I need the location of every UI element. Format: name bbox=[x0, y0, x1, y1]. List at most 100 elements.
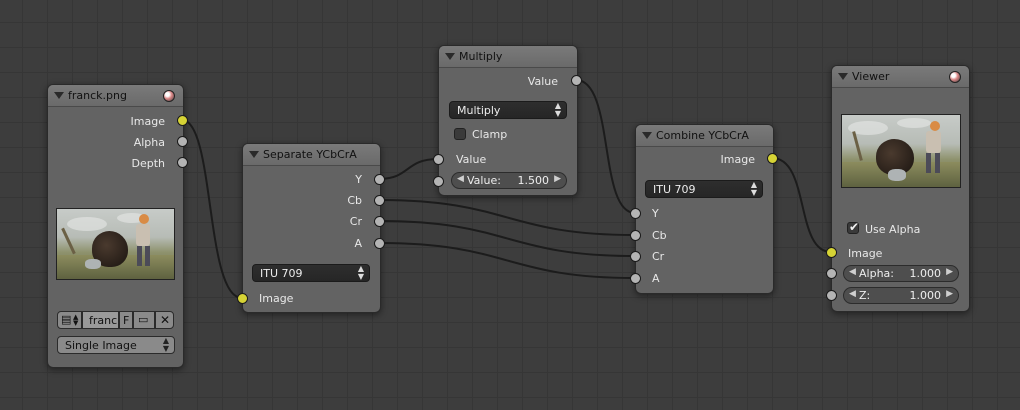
alpha-number-field[interactable]: ◀ Alpha: 1.000 ▶ bbox=[843, 265, 959, 282]
chevron-updown-icon: ▲ ▼ bbox=[357, 264, 364, 281]
input-label-cb: Cb bbox=[652, 229, 667, 242]
link-multiply-to-combine-y[interactable] bbox=[575, 79, 636, 214]
output-label-image: Image bbox=[720, 153, 755, 166]
chevron-updown-icon: ▲ ▼ bbox=[554, 101, 561, 118]
node-title: Multiply bbox=[459, 50, 503, 63]
math-operation-value: Multiply bbox=[457, 104, 501, 117]
output-label-value: Value bbox=[527, 75, 558, 88]
chevron-updown-icon: ▲ ▼ bbox=[73, 313, 79, 327]
fake-user-button[interactable]: F bbox=[119, 311, 133, 329]
separate-node-header[interactable]: Separate YCbCrA bbox=[243, 144, 380, 166]
collapse-arrow-icon[interactable] bbox=[445, 53, 455, 60]
combine-mode-value: ITU 709 bbox=[653, 183, 696, 196]
unlink-image-button[interactable]: ✕ bbox=[155, 311, 174, 329]
separate-mode-value: ITU 709 bbox=[260, 267, 303, 280]
socket-combined-image-output[interactable] bbox=[767, 153, 778, 164]
clamp-label: Clamp bbox=[472, 128, 508, 141]
link-a-to-combine[interactable] bbox=[378, 242, 636, 279]
node-title: franck.png bbox=[68, 89, 127, 102]
socket-cb-input[interactable] bbox=[630, 230, 641, 241]
input-label-value: Value bbox=[456, 153, 487, 166]
increment-arrow-icon[interactable]: ▶ bbox=[554, 174, 561, 184]
output-label-alpha: Alpha bbox=[133, 136, 165, 149]
link-combine-to-viewer[interactable] bbox=[771, 157, 832, 253]
socket-a-output[interactable] bbox=[374, 238, 385, 249]
image-node-header[interactable]: franck.png bbox=[48, 85, 183, 107]
link-image-to-separate[interactable] bbox=[181, 119, 243, 299]
separate-mode-dropdown[interactable]: ITU 709 ▲ ▼ bbox=[252, 264, 370, 282]
socket-value-field-input[interactable] bbox=[433, 176, 444, 187]
increment-arrow-icon[interactable]: ▶ bbox=[946, 289, 953, 299]
socket-y-input[interactable] bbox=[630, 208, 641, 219]
multiply-node-header[interactable]: Multiply bbox=[439, 46, 577, 68]
use-alpha-label: Use Alpha bbox=[865, 223, 921, 236]
link-cb-to-combine[interactable] bbox=[378, 199, 636, 236]
sphere-preview-icon[interactable] bbox=[163, 90, 175, 102]
clamp-checkbox[interactable] bbox=[454, 128, 466, 140]
image-browse-button[interactable]: ▤ ▲ ▼ bbox=[57, 311, 82, 329]
socket-a-input[interactable] bbox=[630, 273, 641, 284]
z-field-label: Z: bbox=[859, 289, 871, 302]
folder-icon: ▭ bbox=[138, 313, 149, 326]
socket-viewer-alpha-input[interactable] bbox=[826, 268, 837, 279]
input-label-image: Image bbox=[259, 292, 294, 305]
output-label-cr: Cr bbox=[349, 215, 362, 228]
output-label-y: Y bbox=[355, 173, 362, 186]
socket-cr-output[interactable] bbox=[374, 216, 385, 227]
link-cr-to-combine[interactable] bbox=[378, 220, 636, 257]
output-label-image: Image bbox=[130, 115, 165, 128]
decrement-arrow-icon[interactable]: ◀ bbox=[849, 267, 856, 277]
input-label-a: A bbox=[652, 272, 660, 285]
output-label-depth: Depth bbox=[131, 157, 165, 170]
socket-viewer-z-input[interactable] bbox=[826, 290, 837, 301]
use-alpha-checkbox[interactable]: ✔ bbox=[847, 220, 859, 234]
value-field-value: 1.500 bbox=[517, 174, 550, 187]
viewer-node[interactable]: Viewer ✔ Use Alpha Image ◀ Alpha: 1.000 … bbox=[831, 65, 970, 312]
image-source-dropdown[interactable]: Single Image ▲ ▼ bbox=[57, 336, 175, 354]
collapse-arrow-icon[interactable] bbox=[249, 151, 259, 158]
z-number-field[interactable]: ◀ Z: 1.000 ▶ bbox=[843, 287, 959, 304]
socket-cr-input[interactable] bbox=[630, 251, 641, 262]
viewer-node-header[interactable]: Viewer bbox=[832, 66, 969, 88]
socket-image-input[interactable] bbox=[237, 293, 248, 304]
collapse-arrow-icon[interactable] bbox=[642, 132, 652, 139]
separate-ycbcra-node[interactable]: Separate YCbCrA Y Cb Cr A ITU 709 ▲ ▼ Ima… bbox=[242, 143, 381, 313]
combine-mode-dropdown[interactable]: ITU 709 ▲ ▼ bbox=[645, 180, 763, 198]
fake-user-label: F bbox=[123, 314, 130, 327]
socket-image-output[interactable] bbox=[177, 115, 188, 126]
viewer-preview bbox=[841, 114, 961, 188]
alpha-field-label: Alpha: bbox=[859, 267, 894, 280]
input-label-image: Image bbox=[848, 247, 883, 260]
combine-ycbcra-node[interactable]: Combine YCbCrA Image ITU 709 ▲ ▼ Y Cb Cr … bbox=[635, 124, 774, 294]
image-source-value: Single Image bbox=[65, 339, 137, 352]
math-operation-dropdown[interactable]: Multiply ▲ ▼ bbox=[449, 101, 567, 119]
sphere-preview-icon[interactable] bbox=[949, 71, 961, 83]
value-number-field[interactable]: ◀ Value: 1.500 ▶ bbox=[451, 172, 567, 189]
decrement-arrow-icon[interactable]: ◀ bbox=[457, 174, 464, 184]
output-label-cb: Cb bbox=[347, 194, 362, 207]
node-title: Combine YCbCrA bbox=[656, 129, 749, 142]
output-label-a: A bbox=[354, 237, 362, 250]
socket-value-output[interactable] bbox=[571, 75, 582, 86]
socket-viewer-image-input[interactable] bbox=[826, 247, 837, 258]
input-label-cr: Cr bbox=[652, 250, 665, 263]
link-y-to-multiply[interactable] bbox=[378, 158, 439, 180]
alpha-field-value: 1.000 bbox=[909, 267, 942, 280]
value-field-label: Value: bbox=[467, 174, 501, 187]
node-title: Viewer bbox=[852, 70, 890, 83]
socket-value-input[interactable] bbox=[433, 154, 444, 165]
socket-y-output[interactable] bbox=[374, 174, 385, 185]
open-image-button[interactable]: ▭ bbox=[133, 311, 155, 329]
socket-depth-output[interactable] bbox=[177, 157, 188, 168]
input-label-y: Y bbox=[652, 207, 659, 220]
image-node[interactable]: franck.png Image Alpha Depth ▤ ▲ ▼ franc … bbox=[47, 84, 184, 368]
image-name-field[interactable]: franc bbox=[82, 311, 119, 329]
socket-alpha-output[interactable] bbox=[177, 136, 188, 147]
increment-arrow-icon[interactable]: ▶ bbox=[946, 267, 953, 277]
combine-node-header[interactable]: Combine YCbCrA bbox=[636, 125, 773, 147]
collapse-arrow-icon[interactable] bbox=[54, 92, 64, 99]
socket-cb-output[interactable] bbox=[374, 195, 385, 206]
decrement-arrow-icon[interactable]: ◀ bbox=[849, 289, 856, 299]
collapse-arrow-icon[interactable] bbox=[838, 73, 848, 80]
multiply-node[interactable]: Multiply Value Multiply ▲ ▼ Clamp Value ◀… bbox=[438, 45, 578, 196]
